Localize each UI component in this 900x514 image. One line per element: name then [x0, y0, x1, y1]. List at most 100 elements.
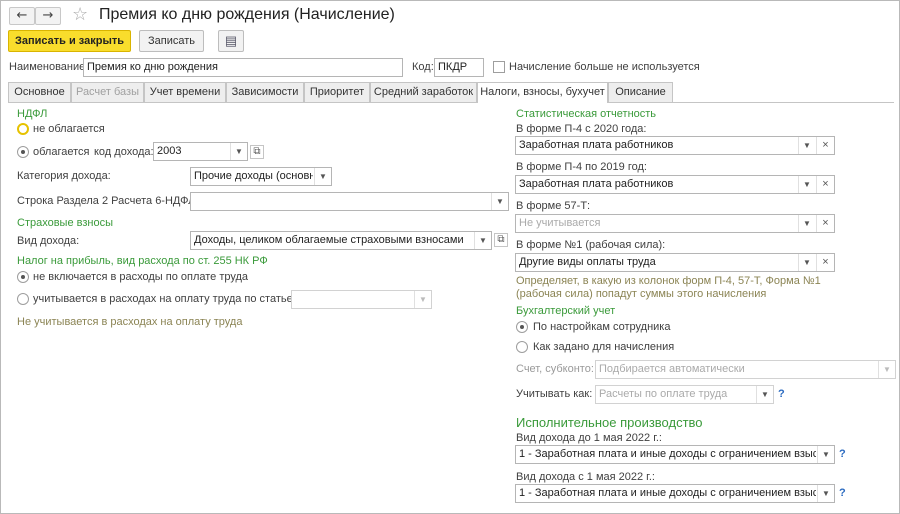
open-icon[interactable]: ⧉ — [250, 145, 264, 159]
unused-label: Начисление больше не используется — [509, 61, 700, 73]
accounting-as-set-radio[interactable] — [516, 341, 528, 353]
p4-2019-select[interactable]: Заработная плата работников ▼ × — [515, 175, 835, 194]
profit-included-label: учитывается в расходах на оплату труда п… — [33, 293, 296, 305]
forward-arrow-icon[interactable]: → — [35, 7, 61, 25]
chevron-down-icon[interactable]: ▼ — [798, 137, 815, 154]
ndfl-taxed-radio[interactable] — [17, 146, 29, 158]
account-placeholder: Подбирается автоматически — [599, 363, 745, 375]
accounting-as-set-label: Как задано для начисления — [533, 341, 675, 353]
ndfl-heading: НДФЛ — [17, 108, 48, 120]
f1-select[interactable]: Другие виды оплаты труда ▼ × — [515, 253, 835, 272]
name-label: Наименование: — [9, 61, 89, 73]
chevron-down-icon[interactable]: ▼ — [878, 361, 895, 378]
code-field[interactable]: ПКДР — [434, 58, 484, 77]
profit-tax-heading: Налог на прибыль, вид расхода по ст. 255… — [17, 255, 268, 267]
profit-included-radio[interactable] — [17, 293, 29, 305]
form-window: ← → ☆ Премия ко дню рождения (Начисление… — [0, 0, 900, 514]
tab-priority[interactable]: Приоритет — [304, 82, 370, 102]
f57t-label: В форме 57-Т: — [516, 200, 591, 212]
account-select[interactable]: Подбирается автоматически ▼ — [595, 360, 896, 379]
tab-divider — [8, 102, 894, 103]
p4-2019-value: Заработная плата работников — [519, 178, 674, 190]
f57t-select[interactable]: Не учитывается ▼ × — [515, 214, 835, 233]
row-6ndfl-label: Строка Раздела 2 Расчета 6-НДФЛ: — [17, 195, 199, 207]
chevron-down-icon[interactable]: ▼ — [756, 386, 773, 403]
tab-dependencies[interactable]: Зависимости — [226, 82, 304, 102]
clear-icon[interactable]: × — [816, 137, 834, 154]
income-category-label: Категория дохода: — [17, 170, 111, 182]
clear-icon[interactable]: × — [816, 254, 834, 271]
code-label: Код: — [412, 61, 434, 73]
open-icon[interactable]: ⧉ — [494, 233, 508, 247]
clear-icon[interactable]: × — [816, 215, 834, 232]
tab-base-calculation[interactable]: Расчет базы — [71, 82, 144, 102]
insurance-heading: Страховые взносы — [17, 217, 113, 229]
help-icon[interactable]: ? — [839, 487, 846, 499]
insurance-income-type-value: Доходы, целиком облагаемые страховыми вз… — [194, 234, 464, 246]
chevron-down-icon[interactable]: ▼ — [474, 232, 491, 249]
profit-tax-note: Не учитывается в расходах на оплату труд… — [17, 316, 243, 328]
insurance-income-type-select[interactable]: Доходы, целиком облагаемые страховыми вз… — [190, 231, 492, 250]
income-category-select[interactable]: Прочие доходы (основная ▼ — [190, 167, 332, 186]
p4-2020-label: В форме П-4 с 2020 года: — [516, 123, 647, 135]
chevron-down-icon[interactable]: ▼ — [817, 485, 834, 502]
ndfl-not-taxed-radio[interactable] — [17, 123, 29, 135]
account-label: Счет, субконто: — [516, 363, 594, 375]
expense-article-select[interactable]: ▼ — [291, 290, 432, 309]
accounting-by-employee-radio[interactable] — [516, 321, 528, 333]
help-icon[interactable]: ? — [839, 448, 846, 460]
profit-not-included-radio[interactable] — [17, 271, 29, 283]
enforcement-after-select[interactable]: 1 - Заработная плата и иные доходы с огр… — [515, 484, 835, 503]
ndfl-not-taxed-label: не облагается — [33, 123, 105, 135]
enforcement-before-value: 1 - Заработная плата и иные доходы с огр… — [519, 448, 816, 460]
active-tab-gap — [478, 101, 607, 103]
consider-as-label: Учитывать как: — [516, 388, 593, 400]
page-title: Премия ко дню рождения (Начисление) — [99, 6, 395, 23]
chevron-down-icon[interactable]: ▼ — [798, 254, 815, 271]
chevron-down-icon[interactable]: ▼ — [817, 446, 834, 463]
ndfl-taxed-label: облагается — [33, 146, 90, 158]
statistics-heading: Статистическая отчетность — [516, 108, 657, 120]
p4-2020-value: Заработная плата работников — [519, 139, 674, 151]
consider-as-select[interactable]: Расчеты по оплате труда ▼ — [595, 385, 774, 404]
enforcement-after-value: 1 - Заработная плата и иные доходы с огр… — [519, 487, 816, 499]
p4-2020-select[interactable]: Заработная плата работников ▼ × — [515, 136, 835, 155]
unused-checkbox[interactable] — [493, 61, 505, 73]
tab-time-accounting[interactable]: Учет времени — [144, 82, 226, 102]
f57t-value: Не учитывается — [519, 217, 601, 229]
enforcement-before-select[interactable]: 1 - Заработная плата и иные доходы с огр… — [515, 445, 835, 464]
name-field[interactable]: Премия ко дню рождения — [83, 58, 403, 77]
row-6ndfl-select[interactable]: ▼ — [190, 192, 509, 211]
income-code-label: код дохода: — [94, 146, 154, 158]
tab-average-earnings[interactable]: Средний заработок — [370, 82, 477, 102]
f1-value: Другие виды оплаты труда — [519, 256, 656, 268]
save-button[interactable]: Записать — [139, 30, 204, 52]
tab-taxes-accounting[interactable]: Налоги, взносы, бухучет — [477, 82, 608, 103]
back-arrow-icon[interactable]: ← — [9, 7, 35, 25]
chevron-down-icon[interactable]: ▼ — [491, 193, 508, 210]
clear-icon[interactable]: × — [816, 176, 834, 193]
income-code-value: 2003 — [157, 145, 182, 157]
help-icon[interactable]: ? — [778, 388, 785, 400]
tab-main[interactable]: Основное — [8, 82, 71, 102]
insurance-income-type-label: Вид дохода: — [17, 235, 80, 247]
statistics-note-line2: (рабочая сила) попадут суммы этого начис… — [516, 288, 767, 300]
income-code-select[interactable]: 2003 ▼ — [153, 142, 248, 161]
tab-description[interactable]: Описание — [608, 82, 673, 102]
chevron-down-icon[interactable]: ▼ — [414, 291, 431, 308]
chevron-down-icon[interactable]: ▼ — [798, 176, 815, 193]
enforcement-heading: Исполнительное производство — [516, 415, 703, 430]
favorite-star-icon[interactable]: ☆ — [72, 4, 88, 25]
accounting-heading: Бухгалтерский учет — [516, 305, 616, 317]
enforcement-before-label: Вид дохода до 1 мая 2022 г.: — [516, 432, 662, 444]
enforcement-after-label: Вид дохода с 1 мая 2022 г.: — [516, 471, 655, 483]
accounting-by-employee-label: По настройкам сотрудника — [533, 321, 671, 333]
income-category-value: Прочие доходы (основная — [194, 170, 313, 182]
report-icon[interactable]: ▤ — [218, 30, 244, 52]
f1-label: В форме №1 (рабочая сила): — [516, 239, 666, 251]
statistics-note-line1: Определяет, в какую из колонок форм П-4,… — [516, 275, 821, 287]
chevron-down-icon[interactable]: ▼ — [798, 215, 815, 232]
chevron-down-icon[interactable]: ▼ — [230, 143, 247, 160]
save-and-close-button[interactable]: Записать и закрыть — [8, 30, 131, 52]
chevron-down-icon[interactable]: ▼ — [314, 168, 331, 185]
